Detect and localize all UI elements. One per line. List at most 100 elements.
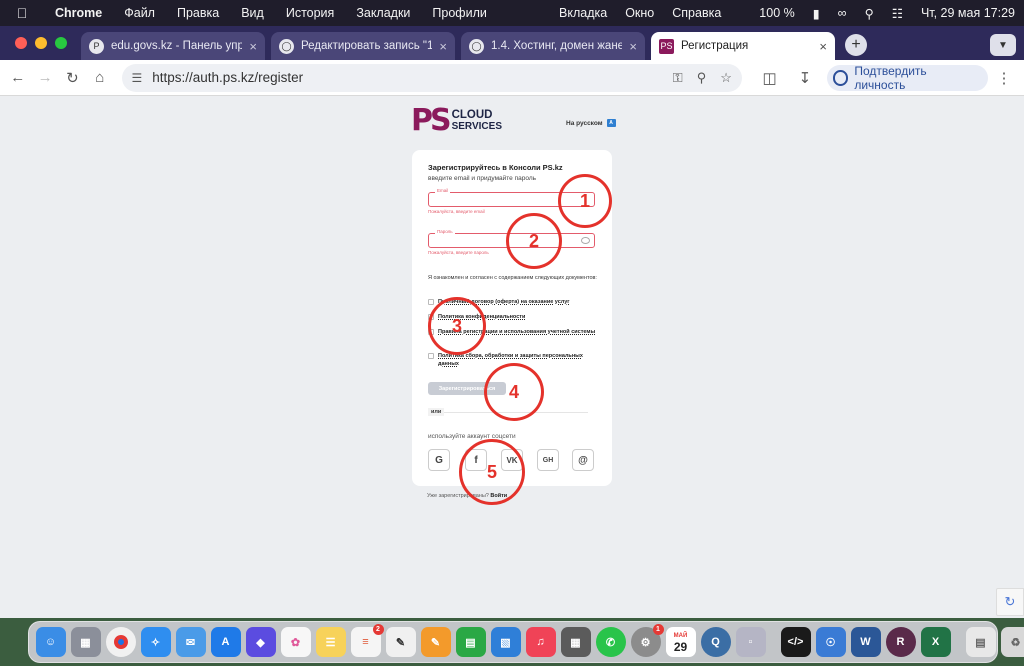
menu-window[interactable]: Окно	[616, 6, 663, 20]
password-error: Пожалуйста, введите пароль	[428, 250, 489, 255]
notes-icon[interactable]: ☰	[315, 627, 346, 657]
verify-identity-button[interactable]: Подтвердить личность	[826, 64, 988, 92]
documents-folder-icon[interactable]: ▤	[965, 627, 996, 657]
google-icon: G	[435, 454, 443, 466]
reload-icon[interactable]: ↻	[59, 69, 86, 87]
safari-icon[interactable]: ✧	[140, 627, 171, 657]
menu-history[interactable]: История	[275, 6, 345, 20]
bookmark-star-icon[interactable]: ☆	[720, 70, 732, 86]
globe-icon: ◯	[279, 38, 294, 54]
calculator-icon[interactable]: ▦	[560, 627, 591, 657]
new-tab-button[interactable]: +	[845, 34, 867, 56]
search-icon[interactable]: ⚲	[856, 6, 883, 21]
mail-icon[interactable]: ✉	[175, 627, 206, 657]
launchpad-icon[interactable]: ▦	[70, 627, 101, 657]
or-label: или	[428, 408, 445, 416]
mail-icon: @	[578, 454, 588, 466]
link-icon[interactable]: ∞	[829, 6, 856, 20]
home-icon[interactable]: ⌂	[86, 69, 113, 86]
preview-icon[interactable]: ▫	[735, 627, 766, 657]
podcast-icon[interactable]: ☉	[815, 627, 846, 657]
minimize-window-button[interactable]	[35, 37, 47, 49]
language-switcher[interactable]: На русском A	[566, 119, 616, 127]
address-bar[interactable]: ☰ https://auth.ps.kz/register ⚿ ⚲ ☆	[121, 63, 742, 92]
more-menu-icon[interactable]: ⋮	[990, 69, 1018, 87]
shortcuts-icon[interactable]: ◆	[245, 627, 276, 657]
clock[interactable]: Чт, 29 мая 17:29	[912, 6, 1024, 20]
email-error: Пожалуйста, введите email	[428, 209, 485, 214]
apple-icon[interactable]: 	[0, 5, 44, 21]
menu-help[interactable]: Справка	[663, 6, 730, 20]
globe-icon: ◯	[469, 38, 484, 54]
tab-hosting[interactable]: ◯ 1.4. Хостинг, домен жане ос ×	[461, 32, 645, 60]
download-icon[interactable]: ↧	[791, 69, 818, 87]
menu-app-name[interactable]: Chrome	[44, 6, 113, 20]
logo-mark: PS	[411, 103, 452, 138]
logo-services: SERVICES	[451, 121, 502, 132]
menu-profiles[interactable]: Профили	[421, 6, 497, 20]
password-key-icon[interactable]: ⚿	[673, 70, 683, 86]
mail-login-button[interactable]: @	[572, 449, 594, 471]
profile-icon	[832, 69, 849, 86]
battery-percent[interactable]: 100 %	[750, 6, 803, 20]
menu-bookmarks[interactable]: Закладки	[345, 6, 421, 20]
pages-icon[interactable]: ✎	[420, 627, 451, 657]
chrome-icon[interactable]	[105, 627, 136, 657]
zoom-icon[interactable]: ⚲	[697, 70, 707, 86]
photos-icon[interactable]: ✿	[280, 627, 311, 657]
forward-icon[interactable]: →	[31, 69, 58, 86]
github-login-button[interactable]: GH	[537, 449, 559, 471]
menu-tab[interactable]: Вкладка	[550, 6, 616, 20]
close-window-button[interactable]	[15, 37, 27, 49]
form-title: Зарегистрируйтесь в Консоли PS.kz	[428, 163, 563, 172]
numbers-icon[interactable]: ▤	[455, 627, 486, 657]
extensions-icon[interactable]: ◫	[756, 69, 783, 87]
logo-text: CLOUD SERVICES	[451, 109, 502, 132]
finder-icon[interactable]: ☺	[35, 627, 66, 657]
reminders-badge: 2	[372, 624, 384, 635]
site-info-icon[interactable]: ☰	[132, 71, 143, 85]
tab-edit-post[interactable]: ◯ Редактировать запись "1.4. ×	[271, 32, 455, 60]
freeform-icon[interactable]: ✎	[385, 627, 416, 657]
close-tab-icon[interactable]: ×	[439, 39, 447, 54]
battery-icon[interactable]: ▮	[804, 6, 829, 21]
recaptcha-icon[interactable]: ↻	[996, 588, 1024, 616]
system-settings-icon[interactable]: ⚙ 1	[630, 624, 664, 657]
calendar-icon[interactable]: МАЙ 29	[665, 627, 696, 657]
annotation-circle: 2	[506, 213, 562, 269]
ps-logo[interactable]: PS CLOUD SERVICES	[411, 106, 502, 136]
code-editor-icon[interactable]: </>	[780, 627, 811, 657]
tab-title: 1.4. Хостинг, домен жане ос	[491, 40, 623, 52]
agree-text: Я ознакомлен и согласен с содержанием сл…	[428, 275, 597, 281]
eye-icon[interactable]	[581, 237, 590, 244]
rar-icon[interactable]: R	[885, 627, 916, 657]
app-store-icon[interactable]: A	[210, 627, 241, 657]
close-tab-icon[interactable]: ×	[249, 39, 257, 54]
keynote-icon[interactable]: ▧	[490, 627, 521, 657]
menu-view[interactable]: Вид	[230, 6, 275, 20]
zoom-window-button[interactable]	[55, 37, 67, 49]
checkbox[interactable]	[428, 299, 434, 305]
excel-icon[interactable]: X	[920, 627, 951, 657]
tab-strip: P edu.govs.kz - Панель управл × ◯ Редакт…	[0, 26, 1024, 60]
checkbox[interactable]	[428, 353, 434, 359]
back-icon[interactable]: ←	[4, 69, 31, 86]
word-icon[interactable]: W	[850, 627, 881, 657]
url-text[interactable]: https://auth.ps.kz/register	[152, 70, 659, 85]
close-tab-icon[interactable]: ×	[819, 39, 827, 54]
close-tab-icon[interactable]: ×	[629, 39, 637, 54]
google-login-button[interactable]: G	[428, 449, 450, 471]
reminders-icon[interactable]: ≡ 2	[350, 624, 384, 657]
menu-edit[interactable]: Правка	[166, 6, 230, 20]
tab-registration[interactable]: PS Регистрация ×	[651, 32, 835, 60]
music-icon[interactable]: ♫	[525, 627, 556, 657]
trash-icon[interactable]: ♻	[1000, 627, 1024, 657]
tab-search-button[interactable]: ▼	[990, 34, 1016, 56]
translate-icon: A	[606, 119, 616, 127]
window-controls	[0, 37, 81, 60]
tab-edu-govs[interactable]: P edu.govs.kz - Панель управл ×	[81, 32, 265, 60]
menu-file[interactable]: Файл	[113, 6, 166, 20]
whatsapp-icon[interactable]: ✆	[595, 627, 626, 657]
control-center-icon[interactable]: ☷	[883, 6, 912, 21]
quicktime-icon[interactable]: Q	[700, 627, 731, 657]
